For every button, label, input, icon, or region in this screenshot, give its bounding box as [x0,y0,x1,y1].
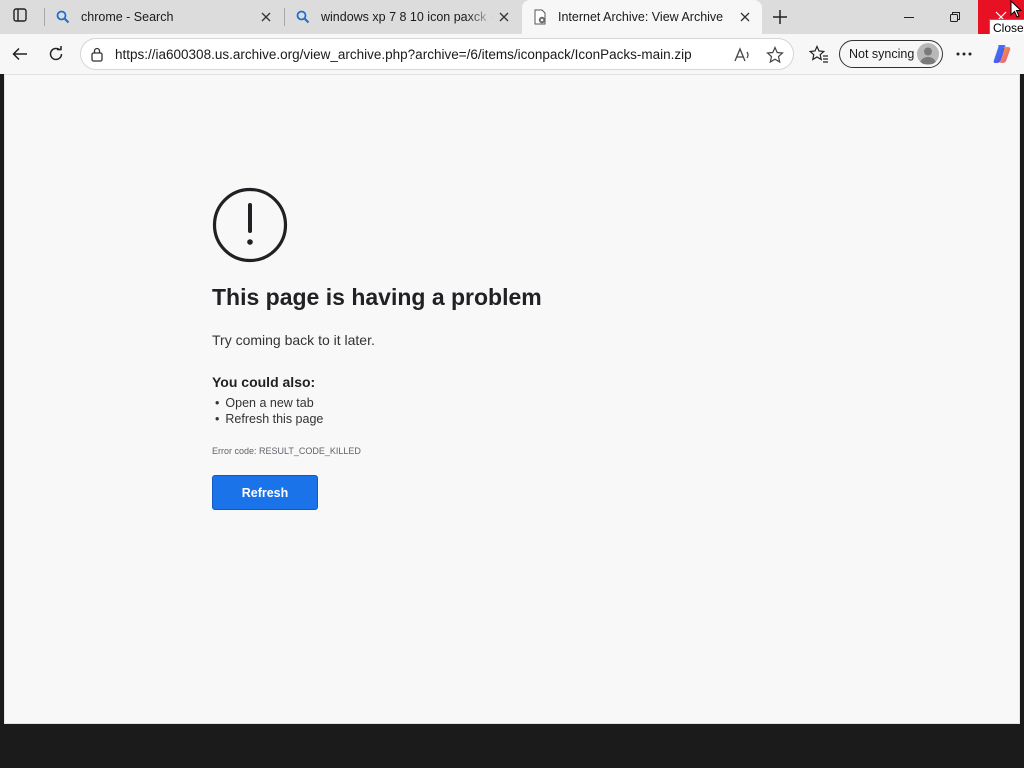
reload-button[interactable] [42,40,70,68]
tab-internet-archive[interactable]: Internet Archive: View Archive [522,0,762,34]
address-bar[interactable]: https://ia600308.us.archive.org/view_arc… [80,38,794,70]
tab-strip: chrome - Search windows xp 7 8 10 icon p… [0,0,1024,37]
tab-icon-pack-search[interactable]: windows xp 7 8 10 icon paxck - Search [285,0,521,34]
close-icon [261,12,271,22]
tab-actions-button[interactable] [6,4,34,30]
suggestion-open-new-tab: Open a new tab [215,395,323,411]
new-tab-button[interactable] [766,4,794,30]
error-page: This page is having a problem Try coming… [4,74,1020,724]
tab-title: chrome - Search [81,10,174,24]
minimize-icon [904,17,914,18]
refresh-button[interactable]: Refresh [212,475,318,510]
exclamation-circle-icon [212,187,288,263]
tab-chrome-search[interactable]: chrome - Search [45,0,283,34]
back-arrow-icon [12,47,27,61]
restore-icon [950,12,960,22]
tab-close-button[interactable] [255,6,277,28]
lock-icon[interactable] [89,46,105,62]
minimize-button[interactable] [886,0,932,34]
suggestion-refresh-page: Refresh this page [215,411,323,427]
suggestions-list: Open a new tab Refresh this page [215,395,323,427]
close-icon [740,12,750,22]
tab-actions-icon [12,7,28,28]
restore-button[interactable] [932,0,978,34]
page-title: This page is having a problem [212,284,542,310]
tab-title: windows xp 7 8 10 icon paxck - Search [321,10,493,24]
browser-toolbar: https://ia600308.us.archive.org/view_arc… [0,34,1024,74]
plus-icon [773,10,787,24]
page-error-icon [532,9,548,25]
search-icon [55,9,71,25]
copilot-button[interactable] [988,40,1016,68]
error-subtitle: Try coming back to it later. [212,332,375,348]
url-text[interactable]: https://ia600308.us.archive.org/view_arc… [115,47,692,62]
error-code: Error code: RESULT_CODE_KILLED [212,446,361,456]
reload-icon [49,46,63,61]
avatar-icon [917,43,939,65]
favorite-star-icon[interactable] [765,45,785,65]
close-icon [499,12,509,22]
suggestions-heading: You could also: [212,374,316,390]
back-button[interactable] [6,40,34,68]
sync-status-label: Not syncing [849,47,915,61]
taskbar [0,728,1024,768]
settings-more-button[interactable] [950,40,978,68]
favorites-icon [809,45,828,63]
mouse-cursor-icon [1010,0,1022,18]
copilot-icon [993,45,1011,63]
tab-close-button[interactable] [493,6,515,28]
tab-title: Internet Archive: View Archive [558,10,724,24]
read-aloud-icon[interactable] [733,45,753,65]
profile-sync-button[interactable]: Not syncing [839,40,943,68]
more-dots-icon [956,52,972,56]
search-icon [295,9,311,25]
favorites-button[interactable] [805,40,833,68]
tab-close-button[interactable] [734,6,756,28]
